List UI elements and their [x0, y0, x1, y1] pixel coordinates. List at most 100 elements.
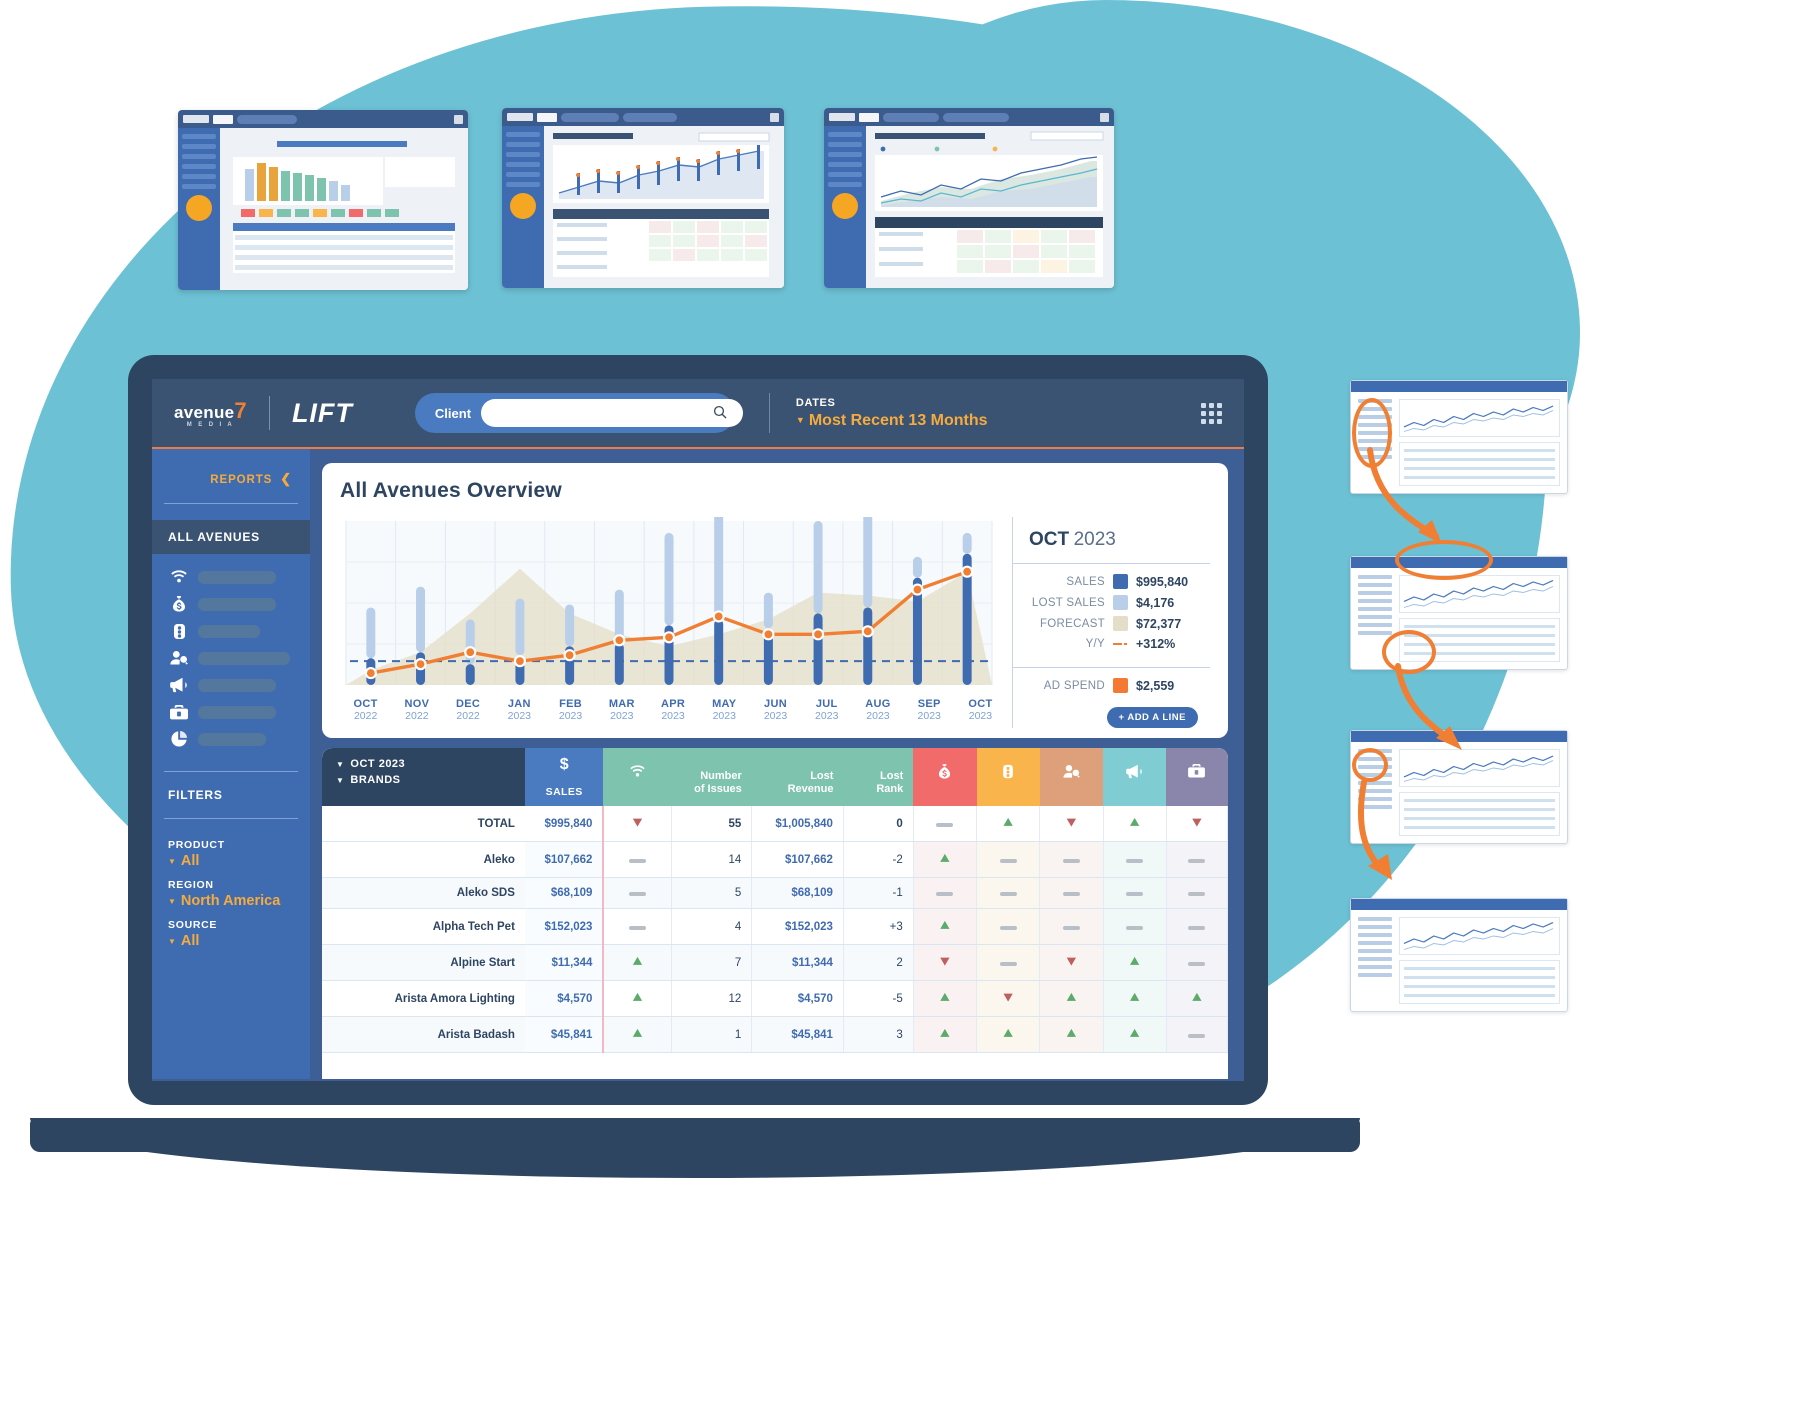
flat-dash-icon	[1062, 892, 1080, 896]
col-header-lost-revenue[interactable]: Lost Revenue	[751, 748, 844, 806]
col-header-sales[interactable]: $ SALES	[524, 748, 604, 806]
cell-lost-revenue: $68,109	[751, 877, 844, 909]
sidebar-item-marketing[interactable]	[168, 676, 310, 694]
sidebar-item-price[interactable]	[168, 595, 310, 613]
avenue7-wordmark: avenue	[174, 403, 235, 422]
table-corner-header[interactable]: ▼ OCT 2023 ▼ BRANDS	[322, 748, 525, 806]
sidebar-item-availability[interactable]	[168, 568, 310, 586]
cell-operations	[1166, 908, 1228, 945]
table-group-selector[interactable]: ▼ BRANDS	[336, 774, 511, 786]
table-row[interactable]: Arista Badash $45,841 ⯅ 1 $45,841 3 ⯅ ⯅ ⯅ ⯅	[322, 1016, 1228, 1053]
sidebar-item-label-placeholder	[198, 678, 276, 692]
cell-lost-rank: 2	[843, 944, 914, 981]
sidebar-item-traffic[interactable]	[168, 622, 310, 640]
flat-dash-icon	[1188, 892, 1206, 896]
avenue7-logo[interactable]: avenue7 M E D I A	[174, 398, 247, 428]
cell-customer	[1039, 877, 1104, 909]
legend-row-forecast[interactable]: FORECAST $72,377	[1013, 616, 1198, 631]
chevron-left-icon[interactable]: ❮	[280, 471, 292, 486]
cell-customer: ⯆	[1039, 806, 1104, 842]
cell-brand: Arista Badash	[322, 1016, 525, 1053]
chevron-down-icon: ▼	[168, 936, 176, 946]
cell-operations	[1166, 944, 1228, 981]
sidebar-item-analytics[interactable]	[168, 730, 310, 748]
sidebar-item-label-placeholder	[198, 651, 290, 665]
chart-x-tick: MAY 2023	[699, 698, 750, 722]
chart-x-tick: APR 2023	[647, 698, 698, 722]
search-icon[interactable]	[713, 405, 727, 422]
filter-product[interactable]: PRODUCT ▼ All	[152, 829, 310, 869]
table-row[interactable]: Arista Amora Lighting $4,570 ⯅ 12 $4,570 -5 ⯅ ⯆…	[322, 980, 1228, 1017]
legend-row-ad-spend[interactable]: AD SPEND $2,559	[1013, 678, 1198, 693]
thumbnail-logo-icon	[183, 115, 209, 123]
chart-x-tick: SEP 2023	[904, 698, 955, 722]
legend-row-lost-sales[interactable]: LOST SALES $4,176	[1013, 595, 1198, 610]
col-header-customer[interactable]	[1039, 748, 1104, 806]
filter-source-value[interactable]: ▼ All	[168, 933, 310, 949]
filter-region-value[interactable]: ▼ North America	[168, 893, 310, 909]
filter-product-value[interactable]: ▼ All	[168, 853, 310, 869]
col-header-issues[interactable]: Number of Issues	[671, 748, 752, 806]
flat-dash-icon	[1126, 925, 1144, 930]
dates-filter[interactable]: DATES ▼ Most Recent 13 Months	[796, 397, 988, 430]
table-row[interactable]: Aleko $107,662 14 $107,662 -2 ⯅	[322, 841, 1228, 878]
table-period-selector[interactable]: ▼ OCT 2023	[336, 758, 511, 770]
thumbnail-report-3[interactable]	[824, 108, 1114, 288]
table-row[interactable]: Alpine Start $11,344 ⯅ 7 $11,344 2 ⯆ ⯆ ⯅	[322, 944, 1228, 981]
sidebar-reports-header[interactable]: REPORTS ❮	[152, 449, 310, 487]
col-header-marketing[interactable]	[1103, 748, 1167, 806]
logo-divider	[268, 396, 270, 430]
filter-region[interactable]: REGION ▼ North America	[152, 869, 310, 909]
dates-value[interactable]: ▼ Most Recent 13 Months	[796, 412, 988, 430]
legend-row-yoy[interactable]: Y/Y +312%	[1013, 637, 1198, 651]
thumbnail-toolbar	[502, 108, 784, 126]
table-row[interactable]: Alpha Tech Pet $152,023 4 $152,023 +3 ⯅	[322, 908, 1228, 945]
arrow-up-icon: ⯅	[938, 1026, 951, 1043]
cell-customer: ⯆	[1039, 944, 1104, 981]
cell-operations	[1166, 1016, 1228, 1053]
col-header-operations[interactable]	[1166, 748, 1228, 806]
cell-customer	[1039, 841, 1104, 878]
col-header-lost-rank[interactable]: Lost Rank	[843, 748, 914, 806]
cell-sales: $45,841	[524, 1016, 605, 1053]
cell-lost-revenue: $11,344	[751, 944, 844, 981]
chevron-down-icon: ▼	[168, 856, 176, 866]
filter-source[interactable]: SOURCE ▼ All	[152, 909, 310, 949]
sidebar-reports-label: REPORTS	[210, 474, 273, 486]
thumbnail-report-2[interactable]	[502, 108, 784, 288]
arrow-up-icon: ⯅	[1002, 815, 1015, 832]
table-row[interactable]: TOTAL $995,840 ⯆ 55 $1,005,840 0 ⯅ ⯆ ⯅ ⯆	[322, 806, 1228, 842]
legend-lost-sales-label: LOST SALES	[1031, 596, 1105, 609]
thumbnail-search-field	[237, 114, 297, 124]
grid-apps-icon[interactable]	[1201, 402, 1222, 424]
megaphone-icon	[168, 676, 190, 694]
callout-sparkline	[1403, 405, 1554, 432]
add-a-line-button[interactable]: + ADD A LINE	[1106, 707, 1198, 728]
table-row[interactable]: Aleko SDS $68,109 5 $68,109 -1	[322, 877, 1228, 909]
arrow-up-icon: ⯅	[631, 1026, 644, 1043]
thumbnail-grid-icon	[454, 114, 463, 124]
flat-dash-icon	[999, 961, 1017, 966]
lift-logo[interactable]: LIFT	[292, 398, 353, 429]
chart-x-tick: OCT 2022	[340, 698, 391, 722]
col-header-lost-rank-line2: Rank	[876, 783, 904, 796]
chart-x-tick: MAR 2023	[596, 698, 647, 722]
col-header-availability[interactable]	[603, 748, 672, 806]
sidebar-item-customer[interactable]	[168, 649, 310, 667]
sidebar-item-operations[interactable]	[168, 703, 310, 721]
thumbnail-body	[502, 126, 784, 288]
col-header-traffic[interactable]	[976, 748, 1040, 806]
callout-card-4[interactable]	[1350, 898, 1568, 1012]
thumbnail-date-field	[623, 112, 677, 122]
brands-table: ▼ OCT 2023 ▼ BRANDS $ SALES Number of Is…	[322, 748, 1228, 1053]
flat-dash-icon	[1126, 892, 1144, 896]
overview-chart[interactable]: OCT 2022 NOV 2022 DEC 2022 JAN 2023 FEB 2023 MAR 20…	[340, 488, 1006, 728]
cell-traffic: ⯆	[976, 980, 1041, 1017]
overview-chart-svg	[345, 488, 993, 685]
arrow-up-icon: ⯅	[1128, 954, 1141, 971]
thumbnail-report-1[interactable]	[178, 110, 468, 290]
legend-row-sales[interactable]: SALES $995,840	[1013, 574, 1198, 589]
col-header-price[interactable]	[913, 748, 977, 806]
client-search-input[interactable]	[481, 399, 743, 427]
client-search-box[interactable]: Client	[414, 393, 743, 433]
